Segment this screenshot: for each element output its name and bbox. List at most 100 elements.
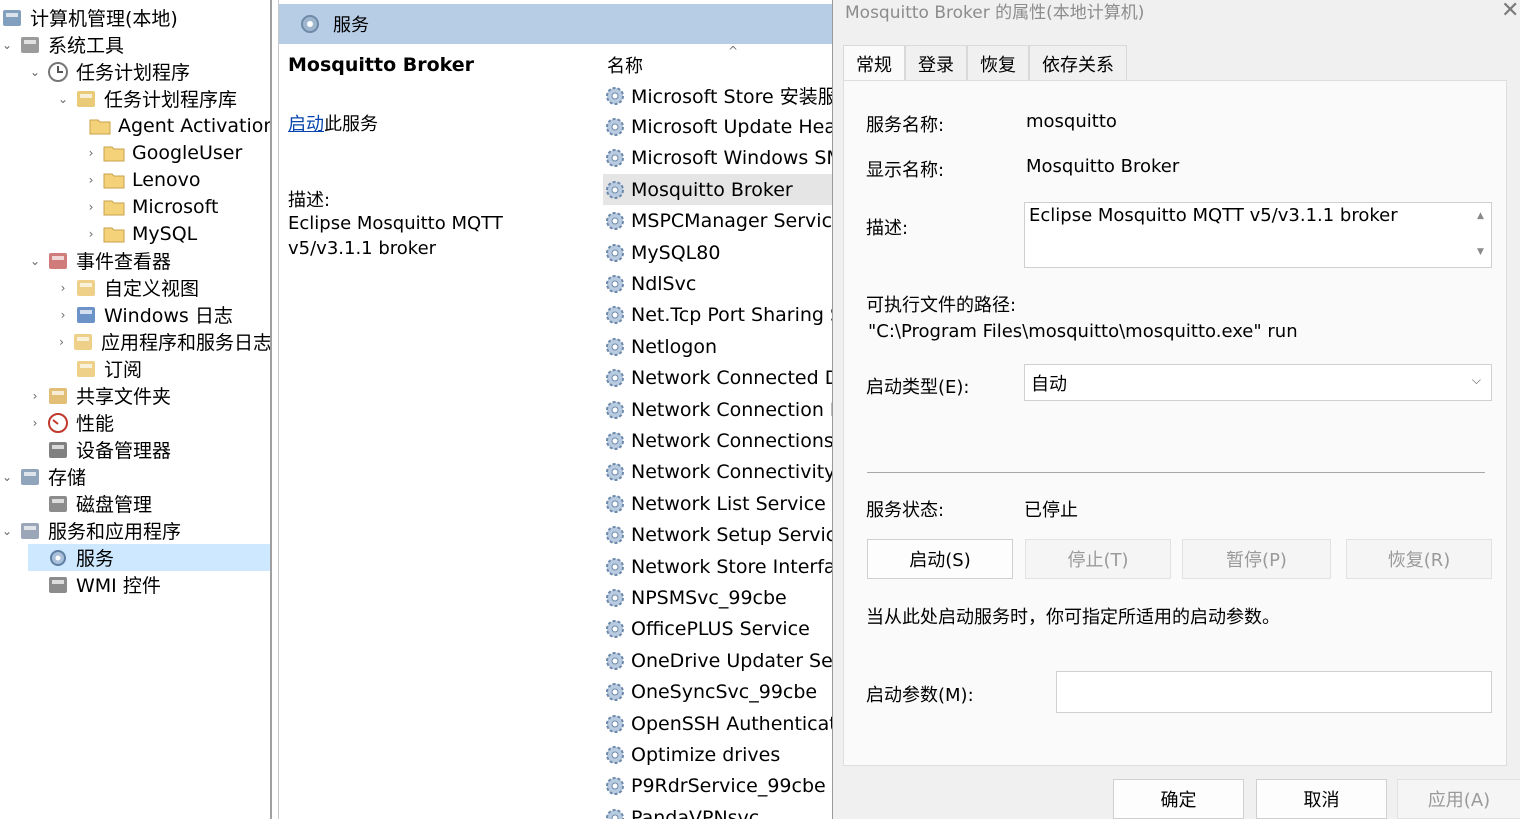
tab-recovery[interactable]: 恢复 bbox=[967, 45, 1029, 81]
resume-button[interactable]: 恢复(R) bbox=[1346, 539, 1492, 579]
tree-item[interactable]: ⌄ 存储 bbox=[0, 463, 270, 490]
close-icon[interactable]: ✕ bbox=[1501, 0, 1519, 23]
service-row[interactable]: Network Connected Dev bbox=[603, 363, 839, 394]
service-row[interactable]: Network Setup Service bbox=[603, 520, 839, 551]
service-row[interactable]: Microsoft Windows SMS bbox=[603, 143, 839, 174]
ok-button[interactable]: 确定 bbox=[1113, 779, 1244, 819]
service-row[interactable]: Microsoft Update Health bbox=[603, 111, 839, 142]
tab-logon[interactable]: 登录 bbox=[905, 45, 967, 81]
service-row[interactable]: OneDrive Updater Servic bbox=[603, 645, 839, 676]
tree-item-label: 计算机管理(本地) bbox=[30, 8, 178, 30]
start-button[interactable]: 启动(S) bbox=[867, 539, 1013, 579]
tab-dependencies[interactable]: 依存关系 bbox=[1029, 45, 1127, 81]
start-service-link[interactable]: 启动 bbox=[288, 114, 324, 135]
service-gear-icon bbox=[606, 149, 624, 168]
column-header-name[interactable]: 名称 bbox=[607, 52, 643, 78]
service-row[interactable]: Netlogon bbox=[603, 331, 839, 362]
service-row[interactable]: P9RdrService_99cbe bbox=[603, 771, 839, 802]
service-row[interactable]: NPSMSvc_99cbe bbox=[603, 582, 839, 613]
service-name: Network List Service bbox=[631, 492, 826, 515]
service-row[interactable]: Mosquitto Broker bbox=[603, 174, 839, 206]
chevron-down-icon[interactable]: ⌄ bbox=[0, 524, 14, 538]
service-row[interactable]: Network List Service bbox=[603, 488, 839, 519]
service-row[interactable]: MySQL80 bbox=[603, 237, 839, 268]
tree-item[interactable]: 设备管理器 bbox=[28, 436, 270, 463]
chevron-right-icon[interactable]: › bbox=[28, 416, 42, 430]
chevron-down-icon[interactable]: ⌄ bbox=[28, 254, 42, 268]
tree-item[interactable]: › Microsoft bbox=[84, 193, 270, 220]
service-row[interactable]: Network Connection Bro bbox=[603, 394, 839, 425]
tree-item[interactable]: › 应用程序和服务日志 bbox=[56, 328, 270, 355]
tab-general[interactable]: 常规 bbox=[843, 45, 905, 82]
service-row[interactable]: OneSyncSvc_99cbe bbox=[603, 677, 839, 708]
service-name-value: mosquitto bbox=[1026, 111, 1117, 132]
startup-type-select[interactable]: 自动 ⌵ bbox=[1024, 364, 1492, 401]
service-row[interactable]: MSPCManager Service ( bbox=[603, 206, 839, 237]
tree-item[interactable]: Agent Activation bbox=[84, 112, 270, 139]
scroll-down-icon[interactable]: ▼ bbox=[1477, 247, 1484, 257]
chevron-right-icon[interactable]: › bbox=[84, 227, 98, 241]
tree-item[interactable]: ⌄ 事件查看器 bbox=[28, 247, 270, 274]
service-row[interactable]: Network Store Interface bbox=[603, 551, 839, 582]
tree-item[interactable]: 订阅 bbox=[56, 355, 270, 382]
tree-item-label: 事件查看器 bbox=[76, 251, 172, 273]
tree-item[interactable]: ⌄ 系统工具 bbox=[0, 31, 270, 58]
apply-button[interactable]: 应用(A) bbox=[1397, 779, 1520, 819]
chevron-right-icon[interactable]: › bbox=[56, 308, 70, 322]
description-box[interactable]: Eclipse Mosquitto MQTT v5/v3.1.1 broker … bbox=[1024, 202, 1492, 268]
chevron-down-icon[interactable]: ⌄ bbox=[0, 38, 14, 52]
start-params-input[interactable] bbox=[1056, 671, 1492, 713]
tree-item[interactable]: ⌄ 任务计划程序 bbox=[28, 58, 270, 85]
chevron-right-icon[interactable]: › bbox=[84, 146, 98, 160]
tree-item[interactable]: WMI 控件 bbox=[28, 571, 270, 598]
chevron-right-icon[interactable]: › bbox=[56, 281, 70, 295]
service-gear-icon bbox=[606, 683, 624, 702]
chevron-down-icon[interactable]: ⌄ bbox=[56, 92, 70, 106]
tree-item[interactable]: 磁盘管理 bbox=[28, 490, 270, 517]
tree-item[interactable]: 计算机管理(本地) bbox=[0, 4, 270, 31]
tree-item-label: 系统工具 bbox=[48, 35, 125, 57]
tree-item[interactable]: ⌄ 服务和应用程序 bbox=[0, 517, 270, 544]
pause-button[interactable]: 暂停(P) bbox=[1182, 539, 1331, 579]
folder-icon bbox=[102, 196, 126, 218]
tree-item[interactable]: › 性能 bbox=[28, 409, 270, 436]
service-row[interactable]: Microsoft Store 安装服务 bbox=[603, 80, 839, 111]
scroll-up-icon[interactable]: ▲ bbox=[1477, 211, 1484, 221]
service-name: Network Connectivity As bbox=[631, 461, 839, 484]
windows-logs-icon bbox=[74, 304, 98, 326]
service-row[interactable]: OpenSSH Authentication bbox=[603, 708, 839, 739]
service-name: Netlogon bbox=[631, 335, 717, 358]
tree-item-label: Microsoft bbox=[132, 195, 219, 218]
tree-item[interactable]: › 共享文件夹 bbox=[28, 382, 270, 409]
service-row[interactable]: Optimize drives bbox=[603, 739, 839, 770]
cancel-button[interactable]: 取消 bbox=[1256, 779, 1387, 819]
chevron-down-icon[interactable]: ⌄ bbox=[0, 470, 14, 484]
tree-item-label: 任务计划程序库 bbox=[104, 89, 238, 111]
chevron-right-icon[interactable]: › bbox=[84, 200, 98, 214]
chevron-right-icon[interactable]: › bbox=[84, 173, 98, 187]
service-row[interactable]: Network Connectivity As bbox=[603, 457, 839, 488]
service-row[interactable]: Network Connections bbox=[603, 425, 839, 456]
service-name: Microsoft Windows SMS bbox=[631, 147, 839, 170]
chevron-down-icon[interactable]: ⌄ bbox=[28, 65, 42, 79]
tree-item[interactable]: ⌄ 任务计划程序库 bbox=[56, 85, 270, 112]
chevron-right-icon[interactable]: › bbox=[56, 335, 67, 349]
path-value: "C:\Program Files\mosquitto\mosquitto.ex… bbox=[868, 321, 1298, 342]
tree-item[interactable]: › GoogleUser bbox=[84, 139, 270, 166]
tree-item[interactable]: › Lenovo bbox=[84, 166, 270, 193]
description-scrollbar[interactable]: ▲ ▼ bbox=[1473, 203, 1491, 267]
service-row[interactable]: NdlSvc bbox=[603, 268, 839, 299]
chevron-right-icon[interactable]: › bbox=[28, 389, 42, 403]
service-row[interactable]: PandaVPNsvc bbox=[603, 802, 839, 819]
tree-item[interactable]: 服务 bbox=[28, 544, 270, 571]
service-name: PandaVPNsvc bbox=[631, 806, 760, 819]
tree-item[interactable]: › Windows 日志 bbox=[56, 301, 270, 328]
stop-button[interactable]: 停止(T) bbox=[1025, 539, 1171, 579]
tree-item[interactable]: › 自定义视图 bbox=[56, 274, 270, 301]
service-row[interactable]: OfficePLUS Service bbox=[603, 614, 839, 645]
service-gear-icon bbox=[606, 557, 624, 576]
tree-item[interactable]: › MySQL bbox=[84, 220, 270, 247]
service-row[interactable]: Net.Tcp Port Sharing Ser bbox=[603, 300, 839, 331]
sort-ascending-icon: ^ bbox=[728, 44, 739, 58]
